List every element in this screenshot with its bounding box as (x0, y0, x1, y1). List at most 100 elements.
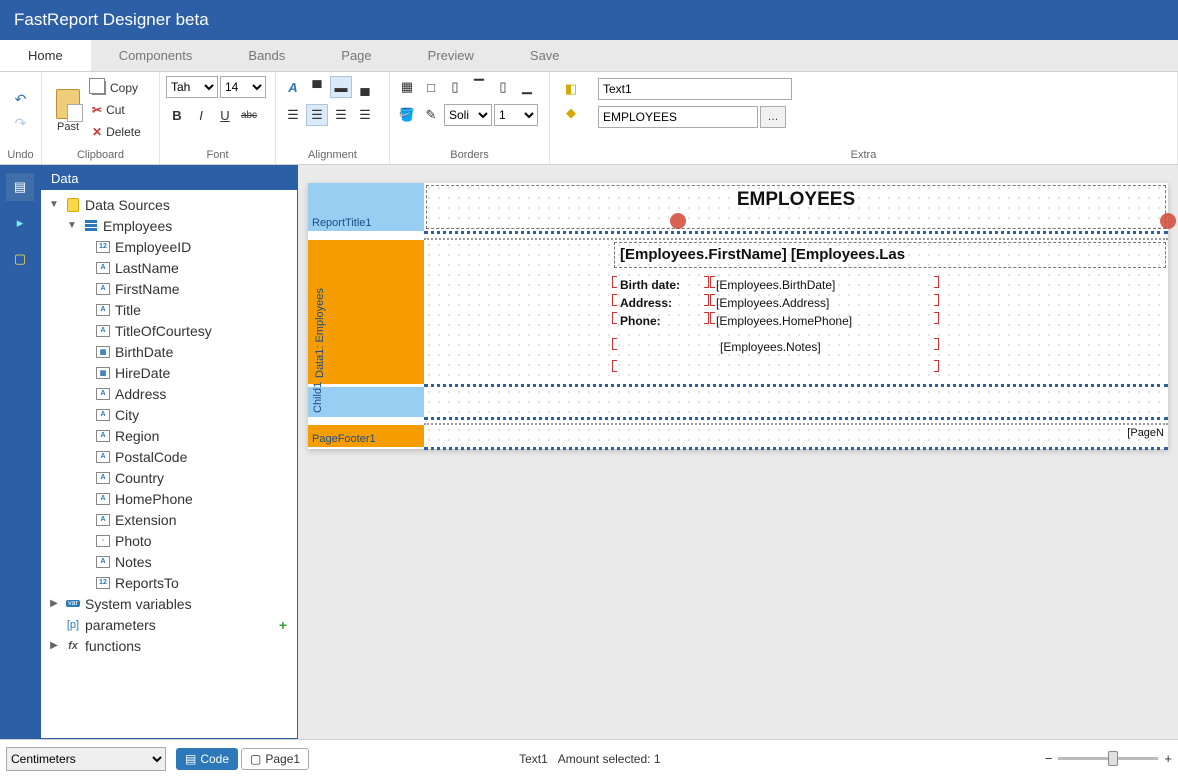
underline-button[interactable]: U (214, 104, 236, 126)
expression-browse-button[interactable]: … (760, 106, 786, 128)
paste-button[interactable]: Past (48, 76, 88, 146)
band-report-title[interactable]: ReportTitle1 EMPLOYEES (308, 183, 1168, 231)
tab-preview[interactable]: Preview (400, 40, 502, 71)
tree-field[interactable]: APostalCode (43, 446, 295, 467)
border-width-select[interactable]: 1 (494, 104, 538, 126)
valign-mid-button[interactable]: ▬ (330, 76, 352, 98)
band-page-footer[interactable]: PageFooter1 [PageN (308, 425, 1168, 447)
valign-bot-button[interactable]: ▄ (354, 76, 376, 98)
tree-datasources[interactable]: ▼ Data Sources (43, 194, 295, 215)
delete-icon: ✕ (92, 125, 102, 139)
tree-field[interactable]: ARegion (43, 425, 295, 446)
align-justify-button[interactable]: ☰ (354, 104, 376, 126)
align-center-button[interactable]: ☰ (306, 104, 328, 126)
tree-field[interactable]: 12ReportsTo (43, 572, 295, 593)
valign-top-button[interactable]: ▀ (306, 76, 328, 98)
label-birthdate[interactable]: Birth date: (620, 278, 680, 292)
zoom-out-button[interactable]: − (1045, 751, 1053, 766)
tab-components[interactable]: Components (91, 40, 221, 71)
tab-home[interactable]: Home (0, 40, 91, 71)
tree-field[interactable]: ATitle (43, 299, 295, 320)
title-text[interactable]: EMPLOYEES (737, 189, 855, 211)
redo-button[interactable]: ↷ (10, 112, 32, 134)
border-left-button[interactable]: ▯ (444, 76, 466, 98)
main-area: ▤ ▸ ▢ Data ▼ Data Sources ▼ Employees 12… (0, 165, 1178, 739)
tree-field[interactable]: AFirstName (43, 278, 295, 299)
value-birthdate[interactable]: [Employees.BirthDate] (716, 278, 835, 292)
tree-functions[interactable]: ▶fx functions (43, 635, 295, 656)
value-phone[interactable]: [Employees.HomePhone] (716, 314, 852, 328)
tab-bands[interactable]: Bands (220, 40, 313, 71)
border-color-button[interactable]: ✎ (420, 104, 442, 126)
style-button[interactable]: ◧ (560, 78, 582, 100)
format-button[interactable]: A (282, 76, 304, 98)
tree-field[interactable]: ACountry (43, 467, 295, 488)
border-top-button[interactable]: ▔ (468, 76, 490, 98)
group-borders-label: Borders (390, 149, 549, 161)
tree-field[interactable]: AAddress (43, 383, 295, 404)
selection-handle[interactable] (670, 213, 686, 229)
expression-input[interactable] (598, 106, 758, 128)
delete-button[interactable]: ✕Delete (92, 122, 141, 142)
border-none-button[interactable]: □ (420, 76, 442, 98)
selection-handle[interactable] (1160, 213, 1176, 229)
font-family-select[interactable]: Tah (166, 76, 218, 98)
conditional-button[interactable]: ◆ (560, 102, 582, 124)
tree-employees[interactable]: ▼ Employees (43, 215, 295, 236)
fill-color-button[interactable]: 🪣 (396, 104, 418, 126)
ribbon: ↶ ↷ Undo Past Copy ✂Cut ✕Delete Clipboar… (0, 72, 1178, 165)
border-style-select[interactable]: Soli (444, 104, 492, 126)
report-page[interactable]: ReportTitle1 EMPLOYEES Data1: Employees … (308, 183, 1168, 449)
band-child1[interactable]: Child1 (308, 387, 1168, 417)
tree-field[interactable]: ANotes (43, 551, 295, 572)
tree-field[interactable]: ▫Photo (43, 530, 295, 551)
object-name-input[interactable] (598, 78, 792, 100)
tree-field[interactable]: AExtension (43, 509, 295, 530)
units-select[interactable]: Centimeters (6, 747, 166, 771)
zoom-slider[interactable]: − + (1045, 751, 1172, 766)
data-tab-button[interactable]: ▤ (6, 173, 34, 201)
bold-button[interactable]: B (166, 104, 188, 126)
tree-field[interactable]: 12EmployeeID (43, 236, 295, 257)
border-right-button[interactable]: ▯ (492, 76, 514, 98)
align-left-button[interactable]: ☰ (282, 104, 304, 126)
copy-button[interactable]: Copy (92, 78, 141, 98)
strike-button[interactable]: abc (238, 104, 260, 126)
view-page-button[interactable]: ▢Page1 (241, 748, 309, 770)
value-notes[interactable]: [Employees.Notes] (720, 340, 821, 354)
border-all-button[interactable]: ▦ (396, 76, 418, 98)
italic-button[interactable]: I (190, 104, 212, 126)
tree-field[interactable]: AHomePhone (43, 488, 295, 509)
tree-field[interactable]: ALastName (43, 257, 295, 278)
tree-params[interactable]: [p] parameters + (43, 614, 295, 635)
group-clipboard-label: Clipboard (42, 149, 159, 161)
tab-page[interactable]: Page (313, 40, 399, 71)
align-right-button[interactable]: ☰ (330, 104, 352, 126)
zoom-in-button[interactable]: + (1164, 751, 1172, 766)
tree-sysvars[interactable]: ▶var System variables (43, 593, 295, 614)
tree-field[interactable]: ▦BirthDate (43, 341, 295, 362)
label-address[interactable]: Address: (620, 296, 672, 310)
page-number[interactable]: [PageN (1127, 427, 1164, 439)
add-param-icon[interactable]: + (279, 617, 287, 633)
tree-field[interactable]: ▦HireDate (43, 362, 295, 383)
tree-tab-button[interactable]: ▸ (6, 209, 34, 237)
border-bottom-button[interactable]: ▁ (516, 76, 538, 98)
tree-field[interactable]: ATitleOfCourtesy (43, 320, 295, 341)
label-phone[interactable]: Phone: (620, 314, 661, 328)
props-tab-button[interactable]: ▢ (6, 245, 34, 273)
data-tree: ▼ Data Sources ▼ Employees 12EmployeeIDA… (41, 190, 297, 738)
group-font-label: Font (160, 149, 275, 161)
undo-button[interactable]: ↶ (10, 88, 32, 110)
font-size-select[interactable]: 14 (220, 76, 266, 98)
band-data1[interactable]: Data1: Employees [Employees.FirstName] [… (308, 240, 1168, 384)
value-address[interactable]: [Employees.Address] (716, 296, 829, 310)
scissors-icon: ✂ (92, 103, 102, 117)
design-workspace[interactable]: ReportTitle1 EMPLOYEES Data1: Employees … (298, 165, 1178, 739)
view-code-button[interactable]: ▤Code (176, 748, 238, 770)
name-field[interactable]: [Employees.FirstName] [Employees.Las (620, 246, 905, 263)
group-undo-label: Undo (0, 149, 41, 161)
tab-save[interactable]: Save (502, 40, 588, 71)
cut-button[interactable]: ✂Cut (92, 100, 141, 120)
tree-field[interactable]: ACity (43, 404, 295, 425)
